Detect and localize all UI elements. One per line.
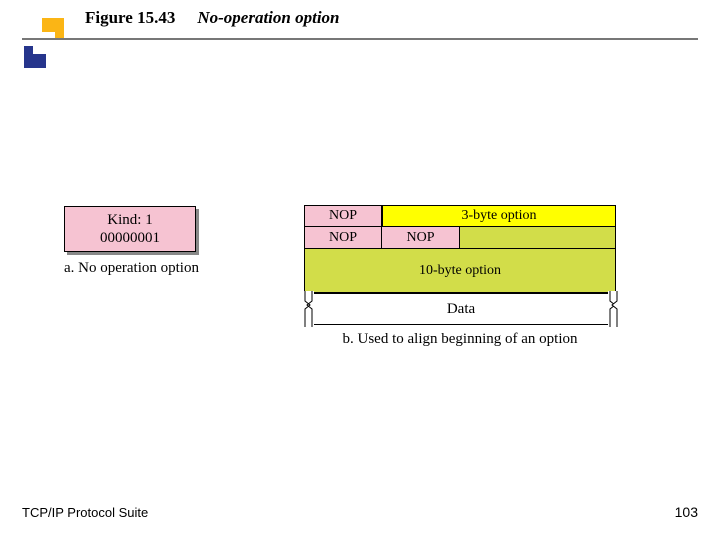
part-a-caption: a. No operation option	[64, 260, 199, 277]
torn-edge-right-icon	[608, 291, 618, 327]
footer-source: TCP/IP Protocol Suite	[22, 505, 148, 520]
nop-cell: NOP	[304, 205, 382, 227]
figure-number: Figure 15.43	[85, 8, 175, 28]
kind-value: 00000001	[65, 229, 195, 247]
deco-square-white	[33, 32, 55, 54]
row-2: NOP NOP	[304, 227, 616, 249]
data-label: Data	[447, 301, 475, 318]
part-a: Kind: 1 00000001 a. No operation option	[64, 206, 199, 277]
part-b-caption: b. Used to align beginning of an option	[304, 331, 616, 348]
ten-byte-option: 10-byte option	[304, 249, 616, 293]
kind-label: Kind: 1	[65, 211, 195, 229]
part-b: NOP 3-byte option NOP NOP 10-byte option…	[304, 205, 616, 348]
row-1: NOP 3-byte option	[304, 205, 616, 227]
three-byte-option: 3-byte option	[382, 205, 616, 227]
nop-cell: NOP	[382, 227, 460, 249]
data-row: Data	[304, 293, 618, 325]
nop-cell: NOP	[304, 227, 382, 249]
page-number: 103	[675, 504, 698, 520]
ten-byte-option-part1	[460, 227, 616, 249]
figure-title: Figure 15.43 No-operation option	[85, 8, 340, 28]
torn-edge-left-icon	[304, 291, 314, 327]
title-underline	[22, 38, 698, 40]
figure-caption: No-operation option	[197, 8, 339, 28]
kind-box: Kind: 1 00000001	[64, 206, 196, 252]
